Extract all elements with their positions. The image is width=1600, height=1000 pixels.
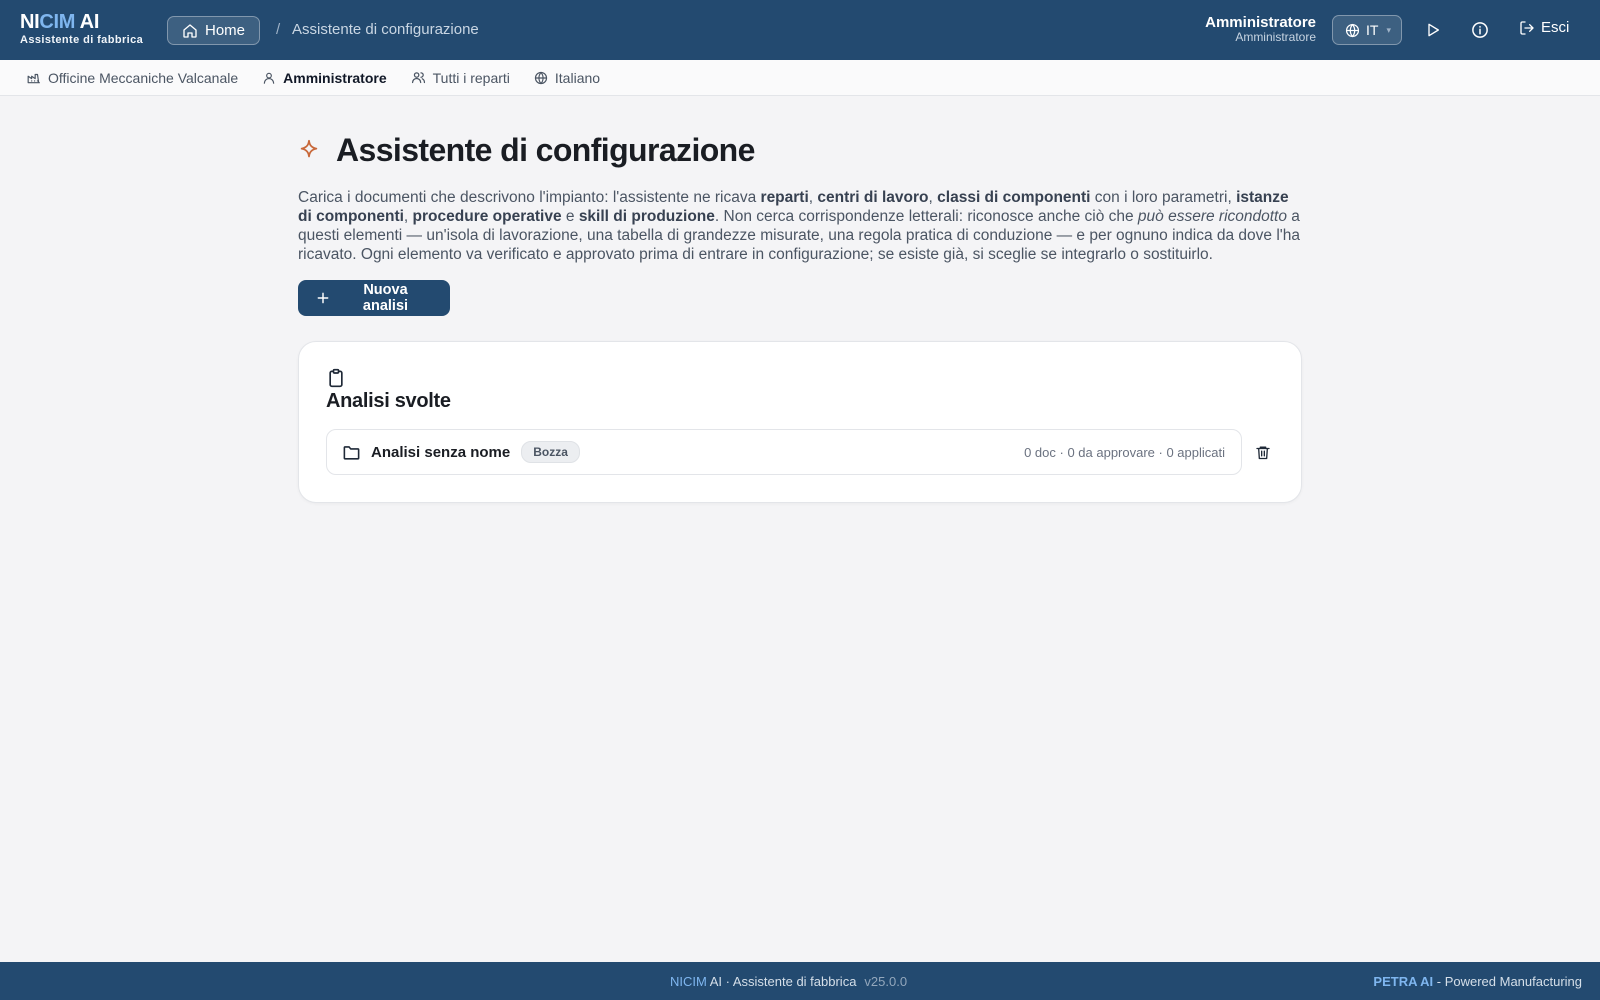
top-bar: NICIM AI Assistente di fabbrica Home / A…	[0, 0, 1600, 60]
home-icon	[182, 23, 198, 39]
clipboard-icon	[326, 368, 1274, 388]
logout-label: Esci	[1541, 19, 1570, 36]
user-icon	[262, 71, 276, 85]
petra-brand: PETRA AI	[1373, 974, 1434, 989]
trash-icon	[1255, 444, 1271, 461]
home-label: Home	[205, 22, 246, 39]
page-description: Carica i documenti che descrivono l'impi…	[298, 189, 1300, 263]
analysis-list: Analisi senza nome Bozza 0 doc · 0 da ap…	[326, 429, 1274, 475]
factory-icon	[27, 71, 41, 85]
page-title: Assistente di configurazione	[336, 131, 755, 168]
info-button[interactable]	[1469, 19, 1491, 41]
app-version: v25.0.0	[864, 974, 908, 989]
footer-powered-by: PETRA AI - Powered Manufacturing	[1373, 974, 1582, 989]
chevron-down-icon: ▾	[1386, 24, 1391, 35]
globe-icon	[534, 71, 548, 85]
role-selector[interactable]: Amministratore	[262, 69, 387, 86]
footer: NICIM AI · Assistente di fabbrica v25.0.0…	[0, 962, 1600, 1000]
info-icon	[1471, 21, 1489, 39]
language-menu[interactable]: Italiano	[534, 70, 600, 86]
role-label: Amministratore	[283, 69, 387, 86]
brand-name: NICIM AI	[20, 11, 100, 33]
analysis-row[interactable]: Analisi senza nome Bozza 0 doc · 0 da ap…	[326, 429, 1242, 475]
analyses-card: Analisi svolte Analisi senza nome Bozza …	[298, 341, 1302, 503]
logout-button[interactable]: Esci	[1519, 19, 1569, 36]
analysis-stats: 0 doc · 0 da approvare · 0 applicati	[1024, 444, 1225, 460]
breadcrumb-current: Assistente di configurazione	[292, 21, 479, 38]
play-icon	[1425, 22, 1441, 38]
home-button[interactable]: Home	[167, 16, 261, 45]
context-bar: Officine Meccaniche Valcanale Amministra…	[0, 60, 1600, 96]
status-badge: Bozza	[521, 441, 580, 463]
page-header: Assistente di configurazione	[298, 130, 1302, 170]
delete-analysis-button[interactable]	[1253, 442, 1273, 462]
plant-selector[interactable]: Officine Meccaniche Valcanale	[27, 70, 238, 86]
user-name: Amministratore	[1205, 14, 1316, 31]
users-icon	[411, 70, 426, 85]
analyses-card-title: Analisi svolte	[326, 390, 451, 412]
breadcrumb-separator: /	[276, 21, 281, 38]
play-button[interactable]	[1422, 19, 1444, 41]
language-code: IT	[1366, 22, 1379, 38]
folder-icon	[342, 443, 361, 462]
language-label: Italiano	[554, 69, 601, 86]
departments-label: Tutti i reparti	[432, 69, 510, 86]
user-role: Amministratore	[1235, 29, 1316, 44]
main-content: Assistente di configurazione Carica i do…	[298, 130, 1302, 503]
brand-logo[interactable]: NICIM AI Assistente di fabbrica	[20, 12, 143, 46]
user-info: Amministratore Amministratore	[1205, 15, 1316, 43]
new-analysis-label: Nuova analisi	[362, 282, 409, 314]
language-selector[interactable]: IT ▾	[1332, 15, 1402, 45]
globe-icon	[1345, 23, 1360, 38]
logout-icon	[1519, 20, 1535, 36]
plus-icon	[316, 291, 330, 305]
analysis-name: Analisi senza nome	[371, 443, 511, 461]
footer-brand: NICIM AI · Assistente di fabbrica v25.0.0	[670, 974, 908, 989]
plant-label: Officine Meccaniche Valcanale	[48, 69, 239, 86]
sparkle-icon	[298, 139, 320, 161]
new-analysis-button[interactable]: Nuova analisi	[298, 280, 450, 316]
department-selector[interactable]: Tutti i reparti	[411, 70, 510, 86]
brand-subtitle: Assistente di fabbrica	[20, 34, 144, 46]
